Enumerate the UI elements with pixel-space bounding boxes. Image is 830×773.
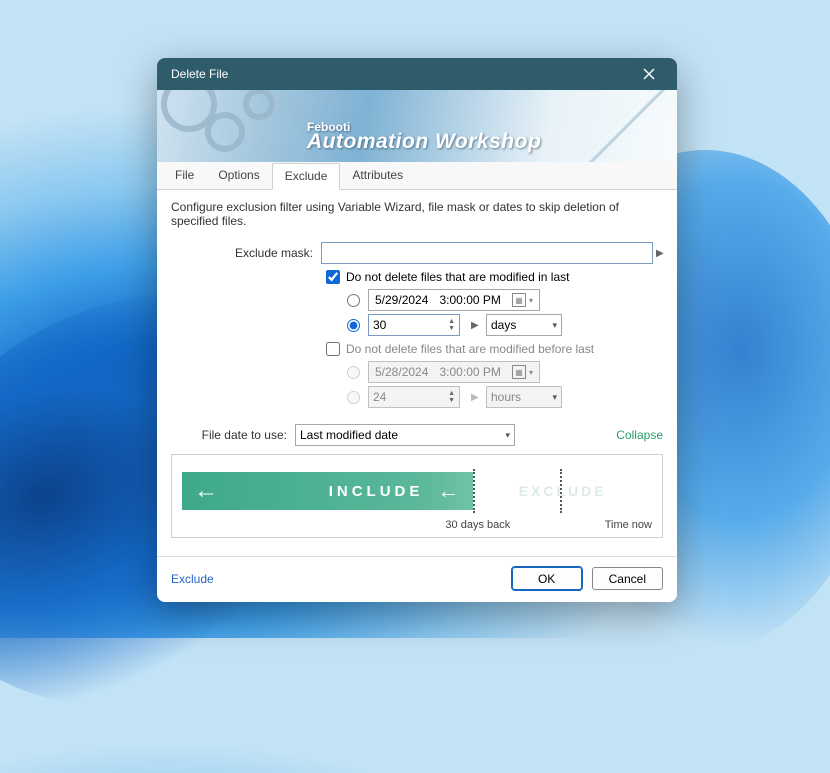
include-bar: INCLUDE ←	[182, 472, 473, 510]
number-value: 24	[373, 390, 386, 404]
dialog-footer: Exclude OK Cancel	[157, 556, 677, 602]
modified-before-last-label: Do not delete files that are modified be…	[346, 342, 594, 356]
tab-options[interactable]: Options	[206, 163, 271, 190]
number-wizard-icon: ▶	[468, 392, 478, 403]
modified-in-last-label: Do not delete files that are modified in…	[346, 270, 569, 284]
number-value: 30	[373, 318, 386, 332]
banner-product: Automation Workshop	[307, 130, 541, 154]
marker-line	[560, 469, 562, 513]
exclude-mask-input[interactable]	[321, 242, 653, 264]
file-date-value: Last modified date	[300, 428, 398, 442]
mod-in-last-date-radio[interactable]	[347, 294, 360, 307]
titlebar: Delete File	[157, 58, 677, 90]
arrow-left-icon: ←	[437, 478, 459, 504]
close-icon	[643, 68, 655, 80]
cancel-button[interactable]: Cancel	[592, 567, 663, 590]
chevron-down-icon: ▾	[529, 296, 533, 305]
footer-status: Exclude	[171, 572, 214, 586]
mod-before-last-num-radio	[347, 391, 360, 404]
calendar-icon: ▦	[512, 365, 526, 379]
chevron-down-icon: ▾	[552, 320, 557, 331]
include-label: INCLUDE	[329, 483, 424, 500]
banner: Febooti Automation Workshop	[157, 90, 677, 162]
close-button[interactable]	[629, 60, 669, 88]
collapse-link[interactable]: Collapse	[616, 428, 663, 442]
date-value: 5/28/2024	[375, 365, 428, 379]
spinner-icon[interactable]: ▲▼	[448, 318, 455, 332]
window-title: Delete File	[171, 67, 629, 81]
marker-label-back: 30 days back	[445, 519, 510, 531]
mod-in-last-unit-select[interactable]: days ▾	[486, 314, 562, 336]
modified-in-last-checkbox[interactable]	[326, 270, 340, 284]
marker-label-now: Time now	[605, 519, 652, 531]
file-date-label: File date to use:	[171, 428, 295, 442]
mod-in-last-datetime[interactable]: 5/29/2024 3:00:00 PM ▦ ▾	[368, 289, 540, 311]
mod-before-last-date-radio	[347, 366, 360, 379]
exclude-label: EXCLUDE	[519, 483, 607, 499]
tab-file[interactable]: File	[163, 163, 206, 190]
gear-icon	[243, 90, 275, 120]
exclude-bar: EXCLUDE	[473, 472, 652, 510]
unit-value: hours	[491, 390, 521, 404]
gear-icon	[205, 112, 245, 152]
chevron-down-icon: ▾	[552, 392, 557, 403]
mod-before-last-datetime: 5/28/2024 3:00:00 PM ▦ ▾	[368, 361, 540, 383]
dialog-window: Delete File Febooti Automation Workshop …	[157, 58, 677, 602]
mod-before-last-number-input: 24 ▲▼	[368, 386, 460, 408]
spinner-icon: ▲▼	[448, 390, 455, 404]
ok-button[interactable]: OK	[512, 567, 582, 590]
tab-bar: File Options Exclude Attributes	[157, 162, 677, 190]
timeline-panel: INCLUDE ← EXCLUDE 30 days back Time now	[171, 454, 663, 538]
modified-before-last-checkbox[interactable]	[326, 342, 340, 356]
time-value: 3:00:00 PM	[440, 293, 501, 307]
chevron-down-icon: ▾	[529, 368, 533, 377]
unit-value: days	[491, 318, 516, 332]
calendar-icon: ▦	[512, 293, 526, 307]
time-value: 3:00:00 PM	[440, 365, 501, 379]
marker-line	[473, 469, 475, 513]
mod-in-last-num-radio[interactable]	[347, 319, 360, 332]
tab-content: Configure exclusion filter using Variabl…	[157, 190, 677, 556]
banner-text: Febooti Automation Workshop	[307, 120, 541, 154]
file-date-select[interactable]: Last modified date ▾	[295, 424, 515, 446]
chevron-down-icon: ▾	[505, 430, 510, 441]
mod-in-last-number-input[interactable]: 30 ▲▼	[368, 314, 460, 336]
exclude-mask-wizard-icon[interactable]: ▶	[653, 248, 663, 259]
tab-attributes[interactable]: Attributes	[340, 163, 415, 190]
exclude-mask-label: Exclude mask:	[171, 246, 321, 260]
description: Configure exclusion filter using Variabl…	[171, 200, 663, 228]
tab-exclude[interactable]: Exclude	[272, 163, 341, 190]
mod-before-last-unit-select: hours ▾	[486, 386, 562, 408]
number-wizard-icon[interactable]: ▶	[468, 320, 478, 331]
date-value: 5/29/2024	[375, 293, 428, 307]
